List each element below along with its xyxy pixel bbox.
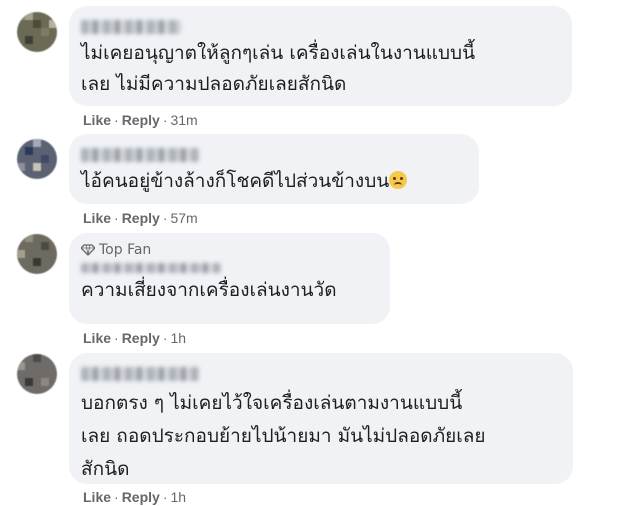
sad-tear-emoji-icon: [389, 171, 408, 189]
reply-button[interactable]: Reply: [122, 210, 160, 226]
separator: ·: [162, 330, 168, 346]
commenter-name[interactable]: [81, 367, 199, 381]
comment-actions: Like · Reply · 31m: [83, 111, 198, 129]
comment-text: ความเสี่ยงจากเครื่องเล่นงานวัด: [81, 279, 337, 301]
comment-actions: Like · Reply · 1h: [83, 488, 186, 506]
separator: ·: [114, 112, 119, 128]
separator: ·: [114, 489, 119, 505]
avatar[interactable]: [17, 12, 57, 52]
comment-text: ไอ้คนอยู่ข้างล้างก็โชคดีไปส่วนข้างบน: [81, 166, 467, 197]
commenter-name[interactable]: [81, 148, 199, 162]
comment-text: บอกตรง ๆ ไม่เคยไว้ใจเครื่องเล่นตามงานแบบ…: [81, 392, 486, 480]
reply-button[interactable]: Reply: [122, 112, 160, 128]
diamond-icon: [81, 244, 95, 256]
timestamp[interactable]: 1h: [170, 330, 186, 346]
timestamp[interactable]: 57m: [170, 210, 197, 226]
comment-bubble: ไอ้คนอยู่ข้างล้างก็โชคดีไปส่วนข้างบน: [69, 134, 479, 204]
separator: ·: [162, 112, 168, 128]
comment-bubble: ไม่เคยอนุญาตให้ลูกๆเล่น เครื่องเล่นในงาน…: [69, 6, 572, 106]
comment-text: ไม่เคยอนุญาตให้ลูกๆเล่น เครื่องเล่นในงาน…: [81, 42, 476, 95]
avatar[interactable]: [17, 234, 57, 274]
like-button[interactable]: Like: [83, 330, 111, 346]
top-fan-label: Top Fan: [99, 242, 152, 258]
comment-bubble: บอกตรง ๆ ไม่เคยไว้ใจเครื่องเล่นตามงานแบบ…: [69, 353, 573, 484]
reply-button[interactable]: Reply: [122, 330, 160, 346]
separator: ·: [162, 210, 168, 226]
reply-button[interactable]: Reply: [122, 489, 160, 505]
comment-bubble: Top Fan ความเสี่ยงจากเครื่องเล่นงานวัด: [69, 233, 390, 324]
avatar[interactable]: [17, 354, 57, 394]
commenter-name[interactable]: [81, 263, 221, 273]
separator: ·: [162, 489, 168, 505]
avatar[interactable]: [17, 139, 57, 179]
comment-text-body: ไอ้คนอยู่ข้างล้างก็โชคดีไปส่วนข้างบน: [81, 170, 390, 192]
timestamp[interactable]: 31m: [170, 112, 197, 128]
like-button[interactable]: Like: [83, 210, 111, 226]
commenter-name[interactable]: [81, 20, 181, 34]
like-button[interactable]: Like: [83, 489, 111, 505]
separator: ·: [114, 330, 119, 346]
timestamp[interactable]: 1h: [170, 489, 186, 505]
like-button[interactable]: Like: [83, 112, 111, 128]
top-fan-badge: Top Fan: [81, 241, 378, 259]
separator: ·: [114, 210, 119, 226]
comment-actions: Like · Reply · 57m: [83, 209, 198, 227]
comment-actions: Like · Reply · 1h: [83, 329, 186, 347]
